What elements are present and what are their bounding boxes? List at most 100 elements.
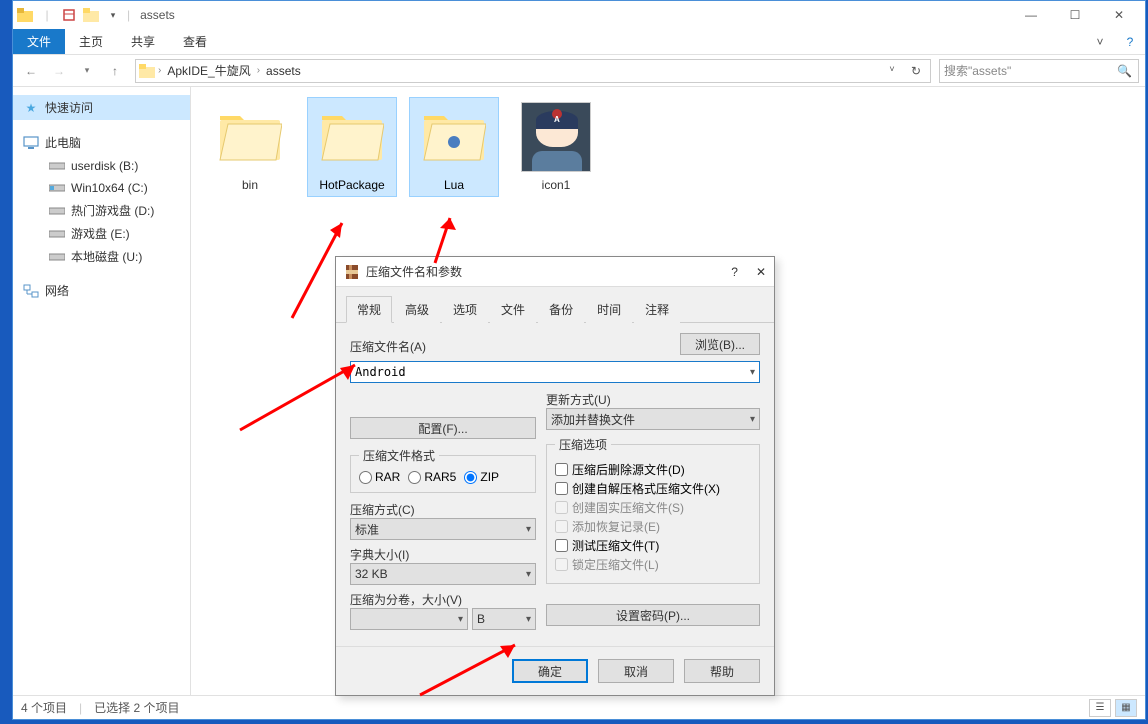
dialog-tab[interactable]: 时间 <box>586 296 632 323</box>
ribbon-expand-icon[interactable]: ˅ <box>1085 29 1115 54</box>
tab-share[interactable]: 共享 <box>117 29 169 54</box>
dialog-tab[interactable]: 选项 <box>442 296 488 323</box>
view-large-icon[interactable]: ▦ <box>1115 699 1137 717</box>
file-item-folder[interactable]: bin <box>205 97 295 197</box>
dropdown-history-icon[interactable]: ˅ <box>880 64 904 78</box>
rar-icon <box>344 264 360 280</box>
quick-access-toolbar: | ▾ | <box>17 7 130 23</box>
breadcrumb[interactable]: › ApkIDE_牛旋风 › assets ˅ ↻ <box>135 59 931 83</box>
properties-icon[interactable] <box>61 7 77 23</box>
dialog-help-icon[interactable]: ? <box>731 265 738 279</box>
folder-icon <box>138 62 156 80</box>
archive-name-input[interactable] <box>355 365 750 379</box>
file-tab[interactable]: 文件 <box>13 29 65 54</box>
help-button[interactable]: 帮助 <box>684 659 760 683</box>
sidebar-drive[interactable]: userdisk (B:) <box>13 155 190 177</box>
drive-icon <box>49 226 65 242</box>
cancel-button[interactable]: 取消 <box>598 659 674 683</box>
file-item-folder[interactable]: Lua <box>409 97 499 197</box>
file-label: icon1 <box>516 178 596 192</box>
open-folder-icon[interactable] <box>83 7 99 23</box>
chevron-down-icon: ▾ <box>526 569 531 580</box>
minimize-button[interactable]: — <box>1009 1 1053 29</box>
star-icon: ★ <box>23 100 39 116</box>
sidebar-drive[interactable]: 本地磁盘 (U:) <box>13 245 190 268</box>
chevron-down-icon[interactable]: ▾ <box>750 367 755 378</box>
sidebar-label: 快速访问 <box>45 99 93 116</box>
option-sfx[interactable]: 创建自解压格式压缩文件(X) <box>555 480 751 497</box>
pc-icon <box>23 135 39 151</box>
dialog-tabs: 常规 高级 选项 文件 备份 时间 注释 <box>336 287 774 323</box>
breadcrumb-controls: ˅ ↻ <box>880 64 928 78</box>
chevron-right-icon[interactable]: › <box>158 65 161 76</box>
search-box[interactable]: 搜索"assets" 🔍 <box>939 59 1139 83</box>
split-size-select[interactable]: ▾ <box>350 608 468 630</box>
file-label: HotPackage <box>312 178 392 192</box>
breadcrumb-part[interactable]: ApkIDE_牛旋风 <box>163 62 254 79</box>
browse-button[interactable]: 浏览(B)... <box>680 333 760 355</box>
radio-zip[interactable]: ZIP <box>464 470 499 484</box>
tab-home[interactable]: 主页 <box>65 29 117 54</box>
search-icon[interactable]: 🔍 <box>1117 64 1132 78</box>
sidebar-quick-access[interactable]: ★ 快速访问 <box>13 95 190 120</box>
forward-button[interactable]: → <box>47 59 71 83</box>
dict-select[interactable]: 32 KB▾ <box>350 563 536 585</box>
image-thumbnail: A <box>521 102 591 172</box>
option-test[interactable]: 测试压缩文件(T) <box>555 537 751 554</box>
sidebar: ★ 快速访问 此电脑 userdisk (B:) Win10x64 (C:) 热… <box>13 87 191 696</box>
maximize-button[interactable]: ☐ <box>1053 1 1097 29</box>
close-button[interactable]: ✕ <box>1097 1 1141 29</box>
up-button[interactable]: ↑ <box>103 59 127 83</box>
drive-icon <box>49 203 65 219</box>
chevron-right-icon[interactable]: › <box>257 65 260 76</box>
sidebar-drive[interactable]: 游戏盘 (E:) <box>13 222 190 245</box>
divider-icon: | <box>127 8 130 22</box>
folder-icon <box>215 102 285 172</box>
radio-rar[interactable]: RAR <box>359 470 400 484</box>
format-fieldset: 压缩文件格式 RAR RAR5 ZIP <box>350 447 536 493</box>
dialog-titlebar: 压缩文件名和参数 ? ✕ <box>336 257 774 287</box>
dialog-tab[interactable]: 高级 <box>394 296 440 323</box>
tab-view[interactable]: 查看 <box>169 29 221 54</box>
sidebar-this-pc[interactable]: 此电脑 <box>13 130 190 155</box>
recent-dropdown-icon[interactable]: ▾ <box>75 59 99 83</box>
sidebar-drive[interactable]: 热门游戏盘 (D:) <box>13 199 190 222</box>
method-select[interactable]: 标准▾ <box>350 518 536 540</box>
view-details-icon[interactable]: ☰ <box>1089 699 1111 717</box>
file-item-folder[interactable]: HotPackage <box>307 97 397 197</box>
ok-button[interactable]: 确定 <box>512 659 588 683</box>
chevron-down-icon[interactable]: ▾ <box>105 7 121 23</box>
dialog-tab[interactable]: 文件 <box>490 296 536 323</box>
breadcrumb-part[interactable]: assets <box>262 64 305 78</box>
dialog-buttons: 确定 取消 帮助 <box>336 646 774 695</box>
sidebar-drive[interactable]: Win10x64 (C:) <box>13 177 190 199</box>
dialog-tab[interactable]: 常规 <box>346 296 392 323</box>
sidebar-label: 此电脑 <box>45 134 81 151</box>
dialog-tab[interactable]: 备份 <box>538 296 584 323</box>
split-label: 压缩为分卷，大小(V) <box>350 593 462 607</box>
drive-icon <box>49 158 65 174</box>
dialog-title: 压缩文件名和参数 <box>366 263 462 280</box>
chevron-down-icon: ▾ <box>750 414 755 425</box>
divider-icon: | <box>39 7 55 23</box>
password-button[interactable]: 设置密码(P)... <box>546 604 760 626</box>
update-select[interactable]: 添加并替换文件▾ <box>546 408 760 430</box>
refresh-icon[interactable]: ↻ <box>904 64 928 78</box>
statusbar: 4 个项目 | 已选择 2 个项目 ☰ ▦ <box>13 695 1145 719</box>
back-button[interactable]: ← <box>19 59 43 83</box>
file-item-image[interactable]: A icon1 <box>511 97 601 197</box>
option-recovery: 添加恢复记录(E) <box>555 518 751 535</box>
config-button[interactable]: 配置(F)... <box>350 417 536 439</box>
dialog-close-icon[interactable]: ✕ <box>756 265 766 279</box>
radio-rar5[interactable]: RAR5 <box>408 470 456 484</box>
sidebar-network[interactable]: 网络 <box>13 278 190 303</box>
option-delete-source[interactable]: 压缩后删除源文件(D) <box>555 461 751 478</box>
archive-name-combo[interactable]: ▾ <box>350 361 760 383</box>
status-selected: 已选择 2 个项目 <box>94 699 179 716</box>
folder-icon <box>419 102 489 172</box>
dialog-tab[interactable]: 注释 <box>634 296 680 323</box>
help-icon[interactable]: ? <box>1115 29 1145 54</box>
split-unit-select[interactable]: B▾ <box>472 608 536 630</box>
options-legend: 压缩选项 <box>555 436 611 453</box>
option-lock: 锁定压缩文件(L) <box>555 556 751 573</box>
